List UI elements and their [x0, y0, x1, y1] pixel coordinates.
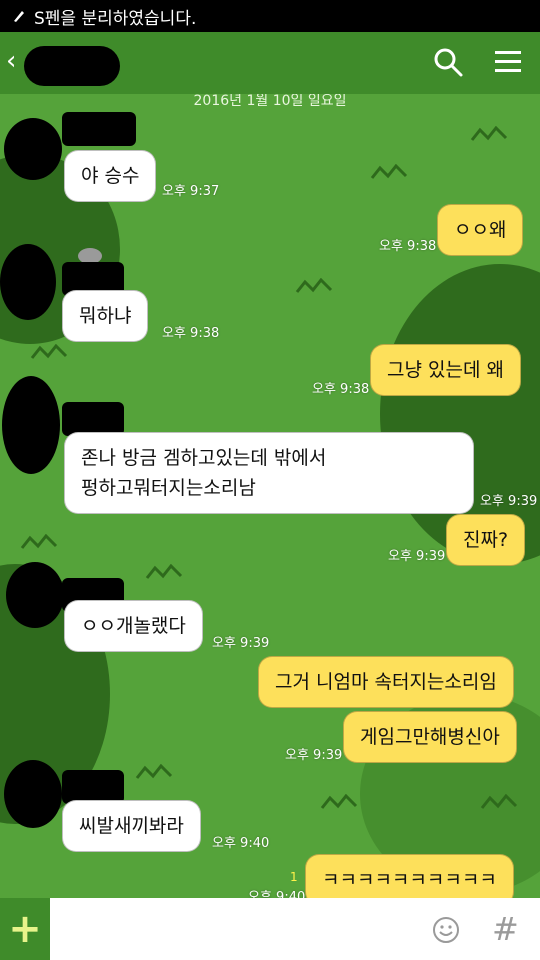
message-bubble-outgoing[interactable]: 게임그만해병신아: [343, 711, 517, 763]
grass-decoration: [135, 764, 173, 779]
message-time: 오후 9:39: [285, 748, 343, 763]
message-time: 오후 9:38: [312, 382, 370, 397]
redacted-title: [24, 46, 120, 86]
grass-decoration: [370, 164, 408, 179]
grass-decoration: [145, 564, 183, 579]
menu-icon[interactable]: [492, 46, 524, 78]
grass-decoration: [30, 344, 68, 359]
message-time: 오후 9:40: [248, 890, 306, 898]
message-bubble-outgoing[interactable]: 진짜?: [446, 514, 526, 566]
plus-icon[interactable]: +: [0, 898, 50, 960]
status-bar: S펜을 분리하였습니다.: [0, 0, 540, 32]
hash-icon[interactable]: #: [492, 910, 519, 948]
avatar[interactable]: [4, 118, 62, 180]
message-time: 오후 9:39: [388, 549, 446, 564]
message-bubble-outgoing[interactable]: ㅇㅇ왜: [437, 204, 524, 256]
unread-count: 1: [290, 870, 298, 884]
chat-header: ‹: [0, 32, 540, 94]
grass-decoration: [320, 794, 358, 809]
message-input[interactable]: [56, 908, 416, 950]
message-text-line: 펑하고뭐터지는소리남: [81, 477, 256, 499]
message-bubble-incoming[interactable]: 존나 방금 겜하고있는데 밖에서 펑하고뭐터지는소리남: [64, 432, 474, 514]
message-input-bar: + #: [0, 898, 540, 960]
message-bubble-outgoing[interactable]: ㅋㅋㅋㅋㅋㅋㅋㅋㅋㅋ: [305, 854, 514, 898]
date-divider: 2016년 1월 10일 일요일: [193, 94, 347, 109]
message-bubble-incoming[interactable]: ㅇㅇ개놀랬다: [64, 600, 203, 652]
message-bubble-incoming[interactable]: 야 승수: [64, 150, 157, 202]
message-text-line: 존나 방금 겜하고있는데 밖에서: [81, 447, 327, 469]
grass-decoration: [20, 534, 58, 549]
status-notification: S펜을 분리하였습니다.: [34, 8, 197, 29]
sender-name-redacted: [62, 112, 136, 146]
message-time: 오후 9:37: [162, 184, 220, 199]
avatar[interactable]: [4, 760, 62, 828]
sender-name-redacted: [62, 770, 124, 804]
message-bubble-incoming[interactable]: 씨발새끼봐라: [62, 800, 201, 852]
grass-decoration: [480, 794, 518, 809]
message-bubble-outgoing[interactable]: 그거 니엄마 속터지는소리임: [258, 656, 514, 708]
avatar[interactable]: [6, 562, 64, 628]
rock-decoration: [78, 248, 102, 264]
message-bubble-incoming[interactable]: 뭐하냐: [62, 290, 149, 342]
message-time: 오후 9:39: [480, 494, 538, 509]
grass-decoration: [295, 278, 333, 293]
emoji-icon[interactable]: [432, 916, 460, 944]
message-time: 오후 9:38: [162, 326, 220, 341]
message-time: 오후 9:38: [379, 239, 437, 254]
search-icon[interactable]: [432, 46, 464, 78]
message-time: 오후 9:40: [212, 836, 270, 851]
chat-area[interactable]: 2016년 1월 10일 일요일 야 승수 오후 9:37 ㅇㅇ왜 오후 9:3…: [0, 94, 540, 898]
pen-icon: [14, 11, 24, 22]
avatar[interactable]: [2, 376, 60, 474]
message-bubble-outgoing[interactable]: 그냥 있는데 왜: [370, 344, 521, 396]
grass-decoration: [470, 126, 508, 141]
avatar[interactable]: [0, 244, 56, 320]
message-time: 오후 9:39: [212, 636, 270, 651]
sender-name-redacted: [62, 402, 124, 436]
